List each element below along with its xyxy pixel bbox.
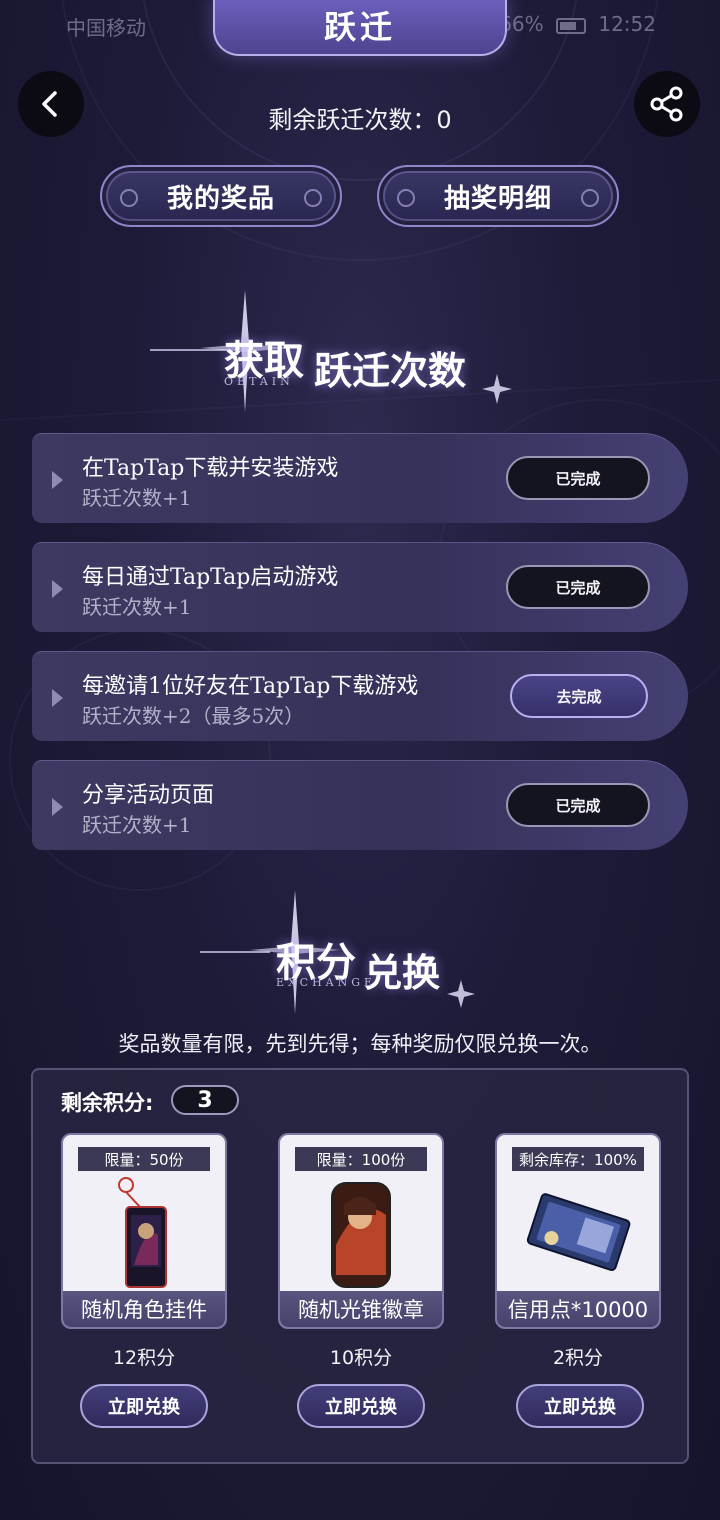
credit-card-image [497, 1175, 659, 1293]
prize-cost: 2积分 [552, 1347, 604, 1369]
play-arrow-icon [52, 689, 63, 707]
prize-cost: 12积分 [112, 1347, 176, 1369]
prize-tag: 限量：50份 [78, 1147, 210, 1171]
prize-tag: 剩余库存：100% [512, 1147, 644, 1171]
obtain-section-heading: 获取 跃迁次数 OBTAIN [0, 290, 720, 420]
clock: 12:52 [598, 12, 656, 36]
task-title: 每邀请1位好友在TapTap下载游戏 [82, 674, 419, 699]
play-arrow-icon [52, 798, 63, 816]
draw-details-button[interactable]: 抽奖明细 [377, 165, 619, 227]
task-status-button[interactable]: 已完成 [506, 783, 650, 827]
exchange-subtitle: EXCHANGE [276, 976, 377, 989]
task-reward: 跃迁次数+1 [82, 486, 192, 510]
my-prizes-label: 我的奖品 [166, 183, 275, 214]
remaining-jumps: 剩余跃迁次数：0 [268, 106, 452, 134]
task-status-button[interactable]: 已完成 [506, 456, 650, 500]
obtain-subtitle: OBTAIN [224, 375, 294, 388]
exchange-notice: 奖品数量有限，先到先得；每种奖励仅限兑换一次。 [118, 1032, 602, 1056]
task-row: 分享活动页面 跃迁次数+1 已完成 [32, 760, 688, 850]
prize-card-light-cone-badge[interactable]: 限量：100份 随机光锥徽章 [278, 1133, 444, 1329]
sparkle-decoration-icon [200, 890, 475, 1014]
carrier-label: 中国移动 [66, 16, 146, 40]
redeem-button[interactable]: 立即兑换 [516, 1384, 644, 1428]
exchange-panel: 剩余积分: 3 限量：50份 随机角色挂件 12积分 立即兑换 限量：100份 [31, 1068, 689, 1464]
exchange-section-heading: 积分 兑换 EXCHANGE [0, 890, 720, 1020]
task-row: 每邀请1位好友在TapTap下载游戏 跃迁次数+2（最多5次） 去完成 [32, 651, 688, 741]
task-reward: 跃迁次数+1 [82, 813, 192, 837]
my-prizes-button[interactable]: 我的奖品 [100, 165, 342, 227]
prize-name: 信用点*10000 [497, 1291, 659, 1327]
redeem-button[interactable]: 立即兑换 [80, 1384, 208, 1428]
task-status-button[interactable]: 已完成 [506, 565, 650, 609]
obtain-title-b: 跃迁次数 [314, 348, 467, 393]
task-reward: 跃迁次数+1 [82, 595, 192, 619]
prize-name: 随机光锥徽章 [280, 1291, 442, 1327]
task-title: 每日通过TapTap启动游戏 [82, 565, 339, 590]
points-value: 3 [171, 1085, 239, 1115]
prize-card-credits[interactable]: 剩余库存：100% 信用点*10000 [495, 1133, 661, 1329]
character-charm-image [63, 1175, 225, 1293]
page-title: 跃迁 [323, 8, 396, 46]
task-go-button[interactable]: 去完成 [510, 674, 648, 718]
play-arrow-icon [52, 580, 63, 598]
page-title-tab: 跃迁 [213, 0, 507, 56]
battery-icon [556, 17, 586, 34]
draw-details-label: 抽奖明细 [443, 183, 552, 214]
prize-card-character-charm[interactable]: 限量：50份 随机角色挂件 [61, 1133, 227, 1329]
play-arrow-icon [52, 471, 63, 489]
points-label: 剩余积分: [61, 1091, 154, 1115]
redeem-button[interactable]: 立即兑换 [297, 1384, 425, 1428]
task-row: 每日通过TapTap启动游戏 跃迁次数+1 已完成 [32, 542, 688, 632]
task-row: 在TapTap下载并安装游戏 跃迁次数+1 已完成 [32, 433, 688, 523]
prize-tag: 限量：100份 [295, 1147, 427, 1171]
prize-cost: 10积分 [329, 1347, 393, 1369]
light-cone-badge-image [280, 1175, 442, 1293]
task-title: 在TapTap下载并安装游戏 [82, 456, 339, 481]
task-reward: 跃迁次数+2（最多5次） [82, 704, 305, 728]
prize-name: 随机角色挂件 [63, 1291, 225, 1327]
task-title: 分享活动页面 [82, 783, 215, 808]
status-right: 66% 12:52 [499, 12, 656, 36]
